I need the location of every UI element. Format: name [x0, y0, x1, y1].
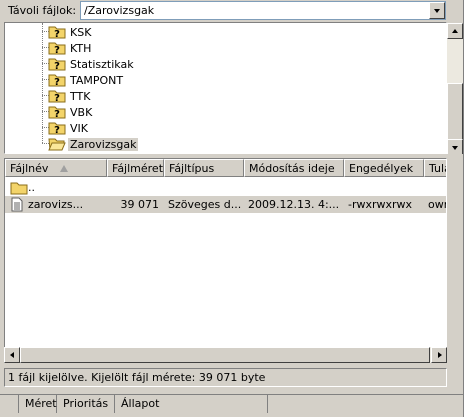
- queue-header: Méret Prioritás Állapot: [0, 394, 467, 413]
- column-header-size[interactable]: Fájlméret: [107, 159, 164, 177]
- scroll-right-button[interactable]: [431, 347, 447, 363]
- folder-unknown-icon: ?: [48, 26, 66, 39]
- arrow-up-icon: [452, 29, 458, 33]
- queue-column-blank[interactable]: [0, 395, 19, 413]
- tree-connector-line: [42, 23, 43, 143]
- tree-item-label: Zarovizsgak: [68, 138, 139, 151]
- path-dropdown-button[interactable]: [429, 2, 445, 19]
- folder-unknown-icon: ?: [48, 42, 66, 55]
- remote-directory-tree[interactable]: ? KSK ? KTH ? Statisztikak ? TAMPONT ? T…: [4, 22, 463, 155]
- tree-item-label: TTK: [70, 90, 91, 103]
- folder-unknown-icon: ?: [48, 58, 66, 71]
- column-header-type[interactable]: Fájltípus: [164, 159, 244, 177]
- column-header-filename[interactable]: Fájlnév: [5, 159, 107, 177]
- svg-text:?: ?: [54, 77, 60, 87]
- remote-address-bar: Távoli fájlok: /Zarovizsgak: [0, 0, 467, 22]
- file-name: zarovizs...: [28, 198, 84, 211]
- column-header-modified[interactable]: Módosítás ideje: [244, 159, 344, 177]
- svg-text:?: ?: [54, 45, 60, 55]
- column-header-owner[interactable]: Tula: [424, 159, 446, 177]
- scroll-down-button[interactable]: [447, 139, 463, 155]
- chevron-down-icon: [434, 9, 440, 13]
- list-header: Fájlnév Fájlméret Fájltípus Módosítás id…: [5, 159, 446, 177]
- remote-path-combobox[interactable]: /Zarovizsgak: [80, 1, 446, 20]
- tree-item-label: VBK: [70, 106, 93, 119]
- file-type: Szöveges d...: [168, 198, 242, 211]
- remote-path-value[interactable]: /Zarovizsgak: [84, 4, 154, 17]
- file-size: 39 071: [120, 198, 160, 211]
- queue-column-priority[interactable]: Prioritás: [57, 395, 115, 413]
- column-header-permissions[interactable]: Engedélyek: [344, 159, 424, 177]
- parent-folder-icon: [10, 182, 28, 195]
- folder-unknown-icon: ?: [48, 90, 66, 103]
- text-file-icon: [11, 197, 23, 212]
- queue-column-status[interactable]: Állapot: [115, 395, 268, 413]
- remote-files-label: Távoli fájlok:: [8, 4, 77, 17]
- list-horizontal-scrollbar[interactable]: [4, 347, 447, 363]
- tree-item-label: KSK: [70, 26, 92, 39]
- tree-item-label: Statisztikak: [70, 58, 134, 71]
- svg-text:?: ?: [54, 109, 60, 119]
- table-row-parent[interactable]: ..: [5, 179, 446, 196]
- tree-item-label: TAMPONT: [70, 74, 124, 87]
- list-scroll-thumb[interactable]: [20, 347, 430, 363]
- scroll-left-button[interactable]: [4, 347, 20, 363]
- tree-item-label: VIK: [70, 122, 88, 135]
- tree-vertical-scrollbar[interactable]: [447, 23, 463, 155]
- scroll-up-button[interactable]: [447, 23, 463, 39]
- svg-text:?: ?: [54, 61, 60, 71]
- folder-unknown-icon: ?: [48, 106, 66, 119]
- arrow-left-icon: [10, 352, 14, 358]
- queue-column-size[interactable]: Méret: [19, 395, 57, 413]
- arrow-right-icon: [438, 352, 442, 358]
- svg-text:?: ?: [54, 29, 60, 39]
- tree-item-label: KTH: [70, 42, 92, 55]
- file-modified: 2009.12.13. 4:...: [248, 198, 340, 211]
- file-permissions: -rwxrwxrwx: [348, 198, 413, 211]
- arrow-down-icon: [452, 146, 458, 150]
- folder-open-icon: [48, 138, 66, 151]
- tree-scroll-thumb[interactable]: [447, 83, 463, 140]
- window-edge: [463, 0, 467, 417]
- sort-ascending-icon: [60, 165, 68, 172]
- file-name: ..: [28, 181, 35, 194]
- remote-file-list[interactable]: Fájlnév Fájlméret Fájltípus Módosítás id…: [4, 158, 447, 363]
- table-row[interactable]: zarovizs... 39 071 Szöveges d... 2009.12…: [5, 196, 447, 213]
- selection-status-text: 1 fájl kijelölve. Kijelölt fájl mérete: …: [8, 371, 266, 384]
- svg-text:?: ?: [54, 93, 60, 103]
- svg-text:?: ?: [54, 125, 60, 135]
- file-owner: owr: [428, 198, 447, 211]
- remote-status-bar: 1 fájl kijelölve. Kijelölt fájl mérete: …: [4, 368, 447, 387]
- folder-unknown-icon: ?: [48, 122, 66, 135]
- folder-unknown-icon: ?: [48, 74, 66, 87]
